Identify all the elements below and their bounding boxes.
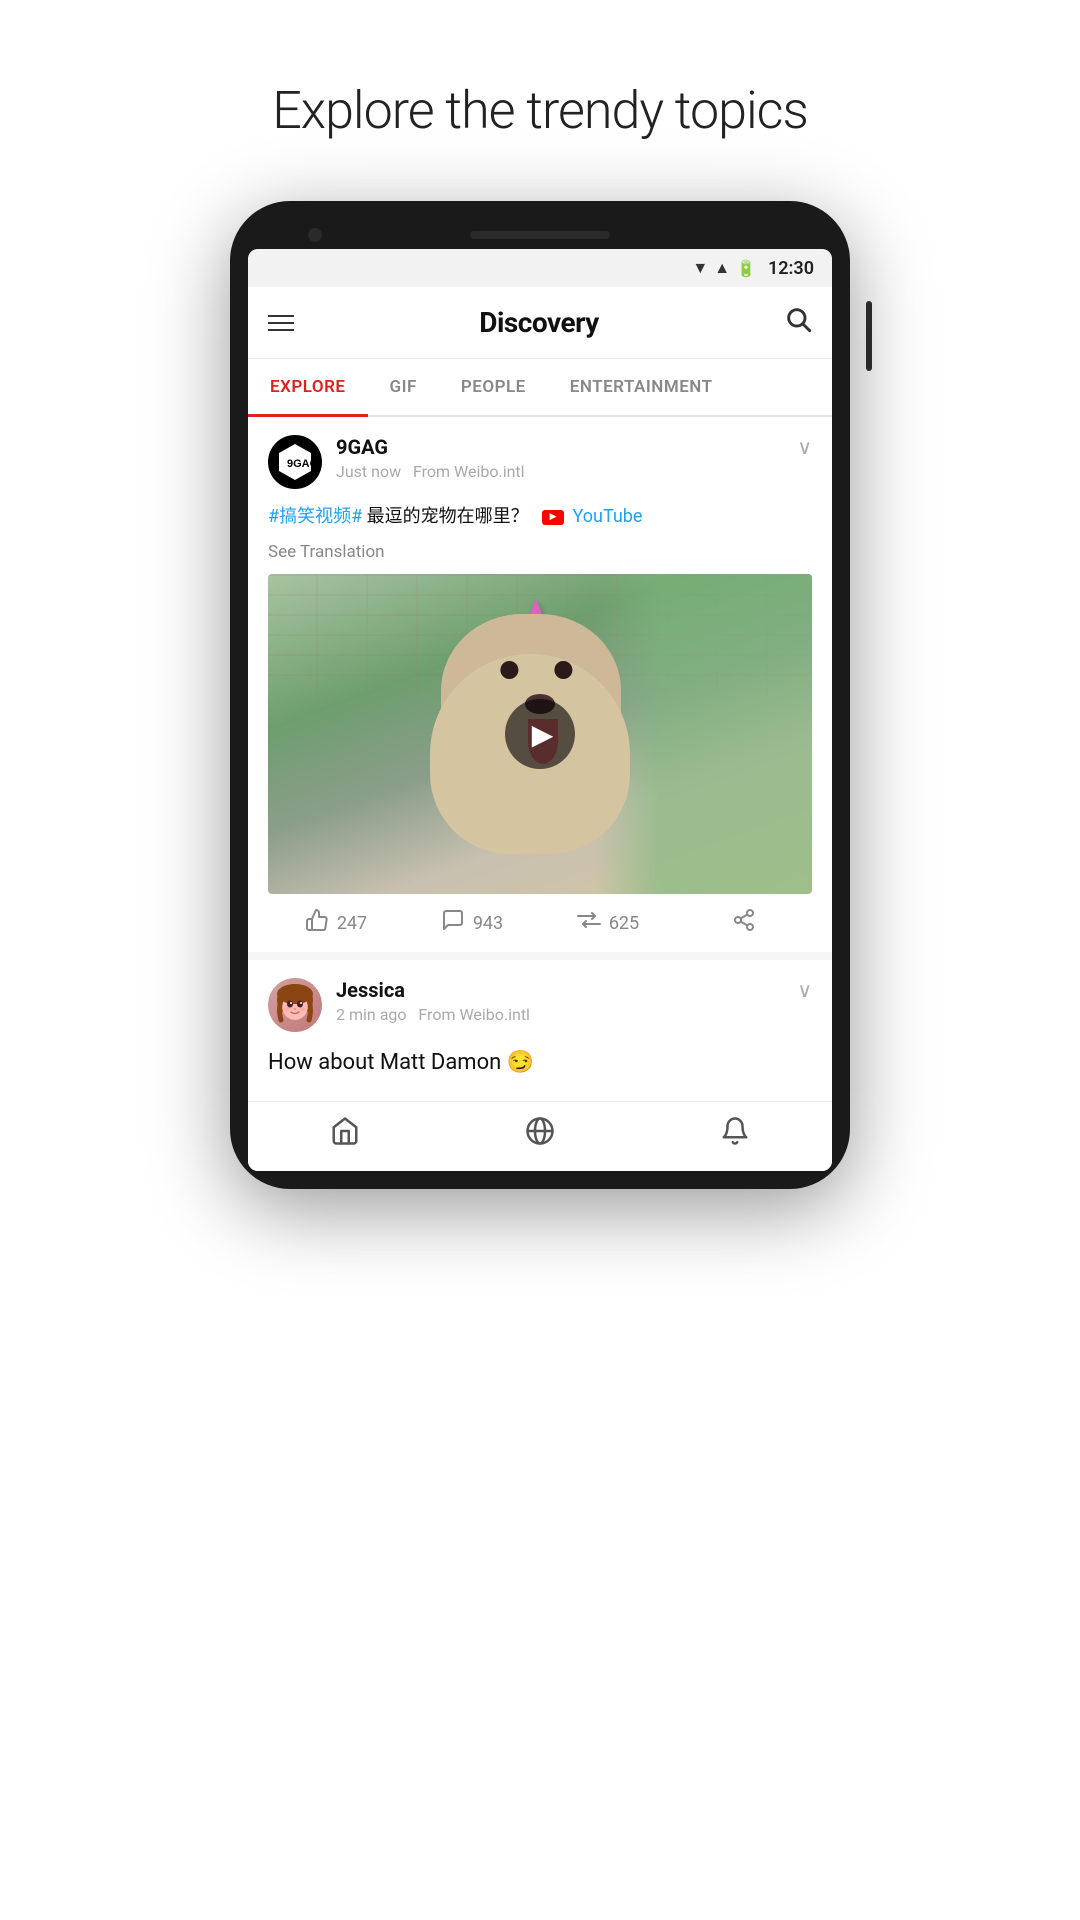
- tab-entertainment[interactable]: ENTERTAINMENT: [548, 359, 735, 415]
- post-actions-1: 247 943: [268, 894, 812, 952]
- post-text-1: 最逗的宠物在哪里？: [367, 506, 529, 527]
- like-count: 247: [337, 913, 367, 934]
- signal-icon: ▲: [714, 258, 730, 278]
- share-icon: [732, 908, 756, 938]
- speaker-bar: [470, 231, 610, 239]
- post-header-1: 9GAG 9GAG Just now From Weibo.intl ∨: [268, 435, 812, 489]
- nav-notifications[interactable]: [637, 1116, 832, 1153]
- feed: 9GAG 9GAG Just now From Weibo.intl ∨: [248, 417, 832, 1093]
- comment-icon: [441, 908, 465, 938]
- side-button: [866, 301, 872, 371]
- hamburger-line-3: [268, 329, 294, 331]
- page-heading: Explore the trendy topics: [272, 80, 808, 141]
- phone-frame: ▼ ▲ 🔋 12:30 Discovery EXPLORE: [230, 201, 850, 1189]
- tabs-bar: EXPLORE GIF PEOPLE ENTERTAINMENT: [248, 359, 832, 417]
- repost-icon: [577, 908, 601, 938]
- repost-count: 625: [609, 913, 639, 934]
- bottom-nav: [248, 1101, 832, 1171]
- nav-discover[interactable]: [443, 1116, 638, 1153]
- yt-icon: ▶: [542, 510, 564, 525]
- post-username-2: Jessica: [336, 978, 405, 1002]
- menu-button[interactable]: [268, 315, 294, 331]
- post-content-1: #搞笑视频# 最逗的宠物在哪里？ ▶ YouTube: [268, 503, 812, 530]
- tab-explore[interactable]: EXPLORE: [248, 359, 368, 415]
- discover-icon: [525, 1116, 555, 1153]
- expand-post-2[interactable]: ∨: [797, 978, 812, 1002]
- jessica-avatar-art: [268, 978, 322, 1032]
- youtube-link[interactable]: ▶ YouTube: [542, 506, 642, 527]
- bell-icon: [720, 1116, 750, 1153]
- hamburger-line-2: [268, 322, 294, 324]
- post-meta-2: Jessica 2 min ago From Weibo.intl: [336, 978, 797, 1024]
- status-time: 12:30: [768, 258, 814, 279]
- app-header: Discovery: [248, 287, 832, 359]
- post-source-2: From Weibo.intl: [418, 1005, 530, 1024]
- post-time-source-1: Just now From Weibo.intl: [336, 462, 797, 481]
- post-card-1: 9GAG 9GAG Just now From Weibo.intl ∨: [248, 417, 832, 952]
- app-title: Discovery: [479, 306, 598, 339]
- post-time-2: 2 min ago: [336, 1005, 407, 1024]
- video-thumbnail-1[interactable]: [268, 574, 812, 894]
- like-icon: [305, 908, 329, 938]
- comment-count: 943: [473, 913, 503, 934]
- camera-dot: [308, 228, 322, 242]
- post-hashtag-1[interactable]: #搞笑视频#: [268, 506, 362, 527]
- post-username-1: 9GAG: [336, 435, 388, 459]
- post-meta-1: 9GAG Just now From Weibo.intl: [336, 435, 797, 481]
- tab-gif[interactable]: GIF: [368, 359, 439, 415]
- status-bar: ▼ ▲ 🔋 12:30: [248, 249, 832, 287]
- share-button[interactable]: [676, 908, 812, 938]
- see-translation-1[interactable]: See Translation: [268, 542, 812, 562]
- post-source-1: From Weibo.intl: [413, 462, 525, 481]
- tab-people[interactable]: PEOPLE: [439, 359, 548, 415]
- post-card-2: Jessica 2 min ago From Weibo.intl ∨ How …: [248, 960, 832, 1093]
- avatar-jessica[interactable]: [268, 978, 322, 1032]
- comment-button[interactable]: 943: [404, 908, 540, 938]
- post-time-source-2: 2 min ago From Weibo.intl: [336, 1005, 797, 1024]
- phone-screen: ▼ ▲ 🔋 12:30 Discovery EXPLORE: [248, 249, 832, 1171]
- repost-button[interactable]: 625: [540, 908, 676, 938]
- battery-icon: 🔋: [736, 259, 756, 278]
- expand-post-1[interactable]: ∨: [797, 435, 812, 459]
- hamburger-line-1: [268, 315, 294, 317]
- status-icons: ▼ ▲ 🔋 12:30: [692, 258, 814, 279]
- yt-label: YouTube: [573, 506, 643, 527]
- nav-home[interactable]: [248, 1116, 443, 1153]
- post-header-2: Jessica 2 min ago From Weibo.intl ∨: [268, 978, 812, 1032]
- post-text-2: How about Matt Damon 😏: [268, 1046, 812, 1079]
- dog-eye-left: [500, 661, 518, 679]
- avatar-9gag[interactable]: 9GAG: [268, 435, 322, 489]
- wifi-icon: ▼: [692, 258, 708, 278]
- play-button[interactable]: [505, 699, 575, 769]
- phone-top-bar: [248, 231, 832, 239]
- svg-text:9GAG: 9GAG: [287, 458, 315, 470]
- like-button[interactable]: 247: [268, 908, 404, 938]
- search-button[interactable]: [784, 305, 812, 340]
- home-icon: [330, 1116, 360, 1153]
- post-time-1: Just now: [336, 462, 401, 481]
- dog-eye-right: [554, 661, 572, 679]
